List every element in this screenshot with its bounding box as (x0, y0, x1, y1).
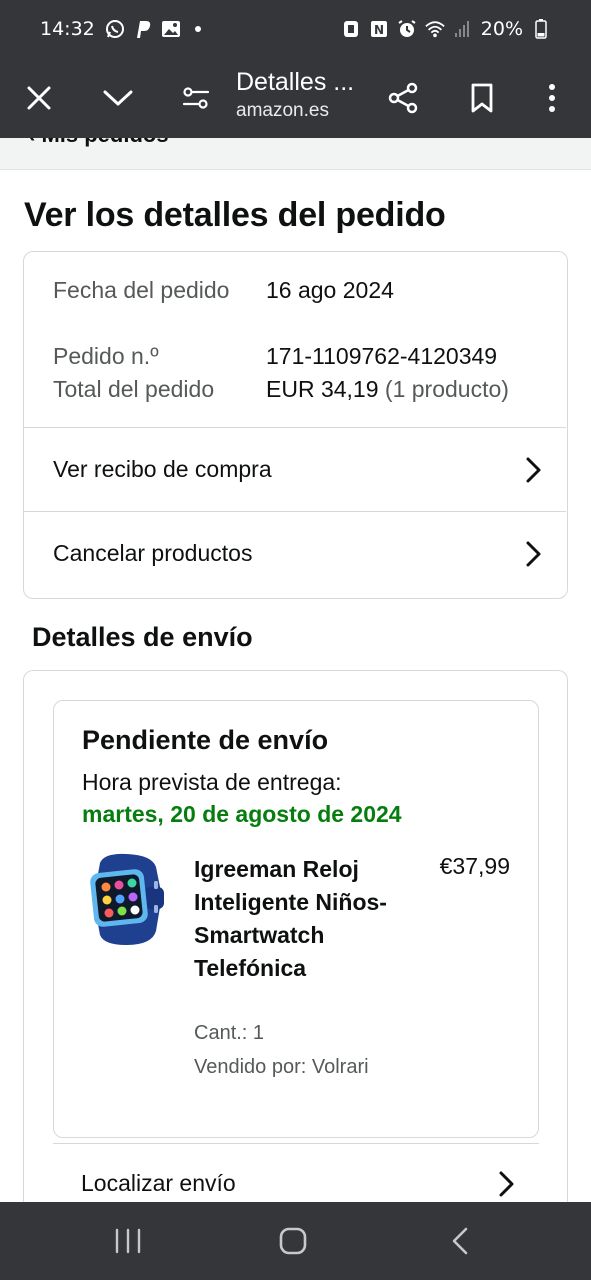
site-settings-button[interactable] (166, 58, 226, 138)
product-seller: Vendido por: Volrari (194, 1056, 369, 1078)
shipping-card: Pendiente de envío Hora prevista de entr… (23, 670, 568, 1202)
more-vertical-icon (549, 84, 555, 112)
bookmark-button[interactable] (452, 58, 512, 138)
signal-icon (453, 19, 473, 39)
tab-title: Detalles ... (236, 68, 355, 96)
cancel-products-label: Cancelar productos (53, 540, 253, 566)
wifi-icon (425, 19, 445, 39)
battery-icon (531, 19, 551, 39)
order-total: EUR 34,19 (1 producto) (266, 373, 509, 406)
home-icon (279, 1227, 307, 1255)
battery-percent: 20% (480, 18, 523, 40)
breadcrumb[interactable]: ‹ Mis pedidos (28, 138, 169, 148)
track-shipment-label: Localizar envío (81, 1170, 236, 1196)
page-title: Ver los detalles del pedido (24, 196, 446, 234)
more-options-button[interactable] (522, 58, 582, 138)
alarm-icon (397, 19, 417, 39)
order-summary-card: Fecha del pedido 16 ago 2024 Pedido n.º … (23, 251, 568, 599)
shipment-box: Pendiente de envío Hora prevista de entr… (53, 700, 539, 1138)
share-icon (388, 82, 418, 114)
view-receipt-label: Ver recibo de compra (53, 456, 272, 482)
mute-icon (341, 19, 361, 39)
page-title-block[interactable]: Detalles ... amazon.es (236, 66, 376, 124)
back-icon (452, 1227, 468, 1255)
tab-domain: amazon.es (236, 100, 329, 121)
order-total-label: Total del pedido (53, 376, 215, 402)
minimize-button[interactable] (88, 58, 148, 138)
smartwatch-image (90, 853, 164, 945)
order-date-value: 16 ago 2024 (266, 277, 394, 303)
whatsapp-icon (105, 19, 125, 39)
order-total-value: EUR 34,19 (266, 376, 379, 402)
chevron-right-icon (526, 541, 541, 566)
back-button[interactable] (420, 1202, 500, 1280)
order-number-value: 171-1109762-4120349 (266, 343, 498, 369)
recent-apps-button[interactable] (88, 1202, 168, 1280)
status-time: 14:32 (40, 18, 95, 40)
tune-icon (182, 87, 210, 109)
notification-dot (194, 26, 201, 32)
eta-date: martes, 20 de agosto de 2024 (82, 801, 402, 827)
cancel-products-link[interactable]: Cancelar productos (24, 511, 566, 595)
shipping-section-title: Detalles de envío (32, 622, 253, 652)
eta-label: Hora prevista de entrega: (82, 769, 342, 795)
product-price: €37,99 (439, 853, 510, 879)
home-button[interactable] (253, 1202, 333, 1280)
gallery-icon (161, 19, 181, 39)
product-name[interactable]: Igreeman Reloj Inteligente Niños-Smartwa… (194, 853, 394, 985)
paypal-icon (133, 19, 153, 39)
close-tab-button[interactable] (9, 58, 69, 138)
product-quantity: Cant.: 1 (194, 1022, 265, 1044)
close-icon (27, 86, 51, 110)
shipment-status: Pendiente de envío (82, 725, 329, 755)
bookmark-icon (471, 83, 493, 113)
nfc-icon: N (369, 19, 389, 39)
breadcrumb-strip: ‹ Mis pedidos (0, 138, 591, 170)
chevron-right-icon (499, 1171, 514, 1196)
recent-apps-icon (115, 1228, 141, 1254)
svg-text:N: N (374, 23, 384, 37)
order-number-label: Pedido n.º (53, 343, 159, 369)
view-receipt-link[interactable]: Ver recibo de compra (24, 427, 566, 511)
product-image[interactable] (82, 853, 170, 947)
browser-toolbar: Detalles ... amazon.es (0, 58, 591, 138)
order-date-label: Fecha del pedido (53, 277, 230, 303)
chevron-right-icon (526, 457, 541, 482)
status-bar: 14:32 N 20% (0, 0, 591, 58)
system-nav-bar (0, 1202, 591, 1280)
order-item-count: (1 producto) (384, 376, 509, 402)
chevron-down-icon (103, 90, 133, 106)
share-button[interactable] (373, 58, 433, 138)
track-shipment-link[interactable]: Localizar envío (53, 1143, 539, 1202)
page-content: ‹ Mis pedidos Ver los detalles del pedid… (0, 138, 591, 1202)
